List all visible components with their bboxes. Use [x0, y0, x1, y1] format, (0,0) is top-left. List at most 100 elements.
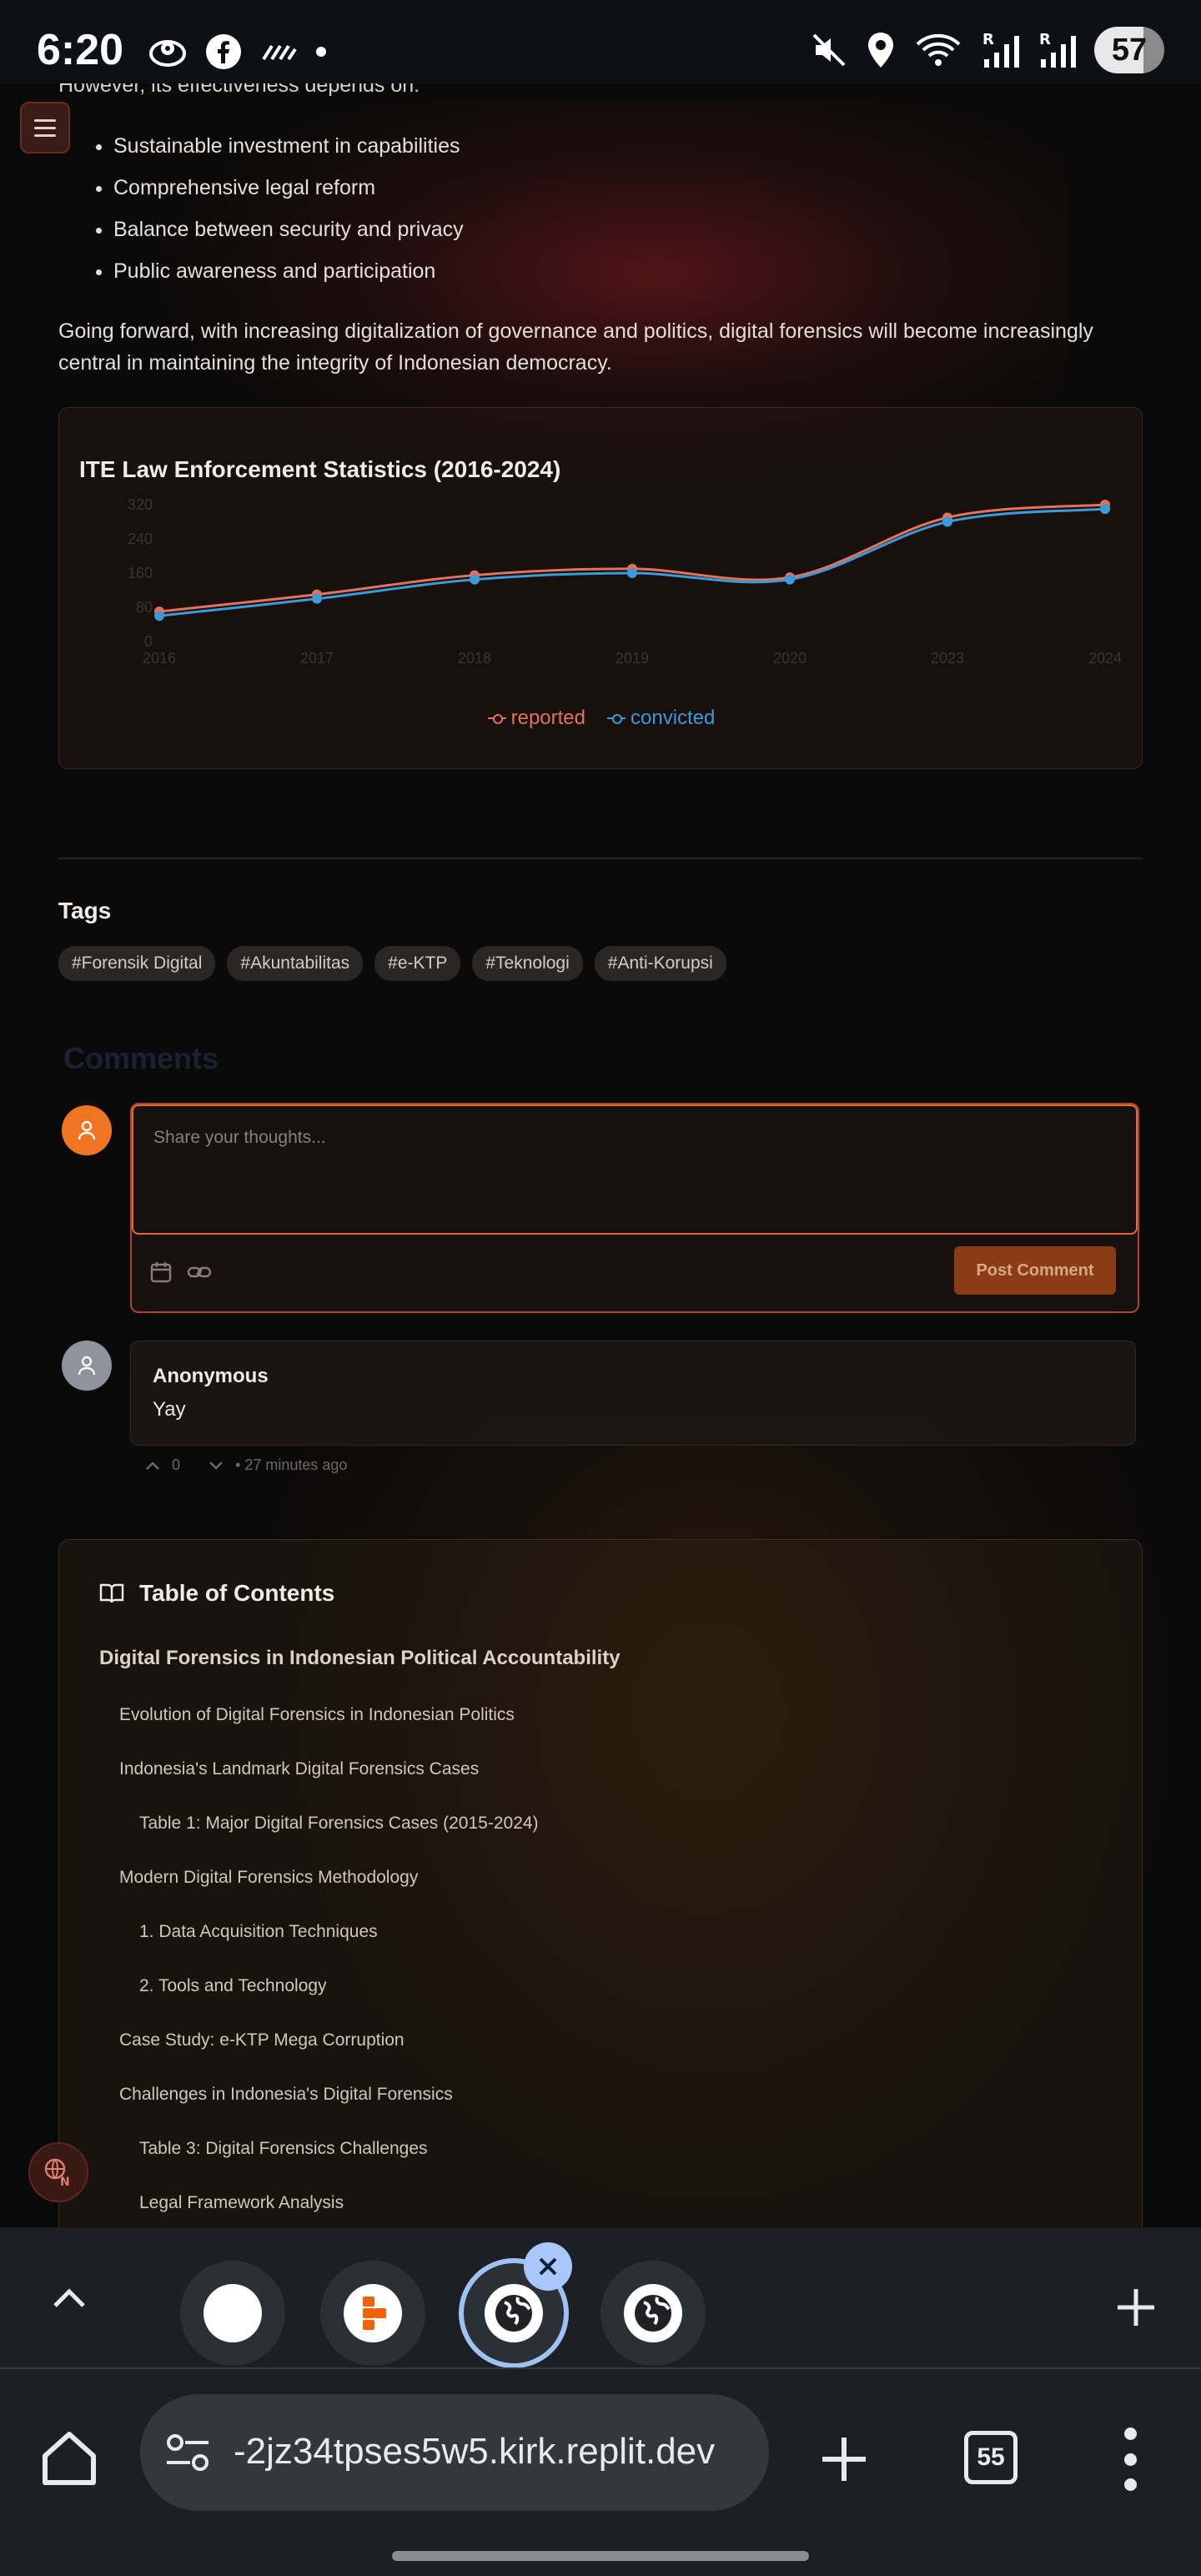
more-options-icon[interactable]	[1118, 2428, 1143, 2491]
post-comment-button[interactable]: Post Comment	[954, 1246, 1116, 1295]
translate-button[interactable]: N	[28, 2142, 88, 2202]
browser-tab[interactable]	[600, 2261, 706, 2366]
legend-label: reported	[510, 707, 585, 729]
comment-form: Post Comment	[130, 1103, 1139, 1313]
toc-link[interactable]: 1. Data Acquisition Techniques	[139, 1922, 378, 1942]
tag-chip[interactable]: #Teknologi	[472, 946, 583, 981]
comment-input[interactable]	[132, 1104, 1138, 1235]
tags-heading: Tags	[58, 898, 112, 923]
x-tick-label: 2018	[458, 650, 491, 667]
chart-title: ITE Law Enforcement Statistics (2016-202…	[79, 456, 561, 482]
signal-r-icon: R	[1039, 31, 1076, 68]
calendar-icon[interactable]	[148, 1260, 173, 1285]
browser-tab[interactable]	[180, 2261, 285, 2366]
user-icon	[78, 1356, 96, 1376]
toc-link[interactable]: Modern Digital Forensics Methodology	[119, 1868, 418, 1888]
list-item: Sustainable investment in capabilities	[113, 133, 464, 175]
upvote-icon[interactable]	[145, 1460, 160, 1472]
menu-button[interactable]	[20, 102, 70, 153]
data-point-convicted[interactable]	[312, 593, 322, 604]
chart-card: ITE Law Enforcement Statistics (2016-202…	[58, 407, 1143, 769]
browser-tab[interactable]	[320, 2261, 425, 2366]
legend-item-convicted[interactable]: convicted	[607, 707, 715, 730]
chevron-up-icon[interactable]	[48, 2277, 90, 2319]
toc-link[interactable]: Legal Framework Analysis	[139, 2193, 344, 2213]
svg-text:R: R	[1039, 31, 1051, 48]
new-tab-icon[interactable]	[817, 2433, 871, 2486]
facebook-icon	[206, 34, 241, 69]
comment-meta: 0 • 27 minutes ago	[145, 1457, 347, 1474]
globe-icon	[635, 2295, 671, 2332]
translate-icon: N	[44, 2158, 70, 2189]
hamburger-icon-bar	[34, 133, 56, 137]
data-point-convicted[interactable]	[470, 574, 480, 585]
avatar	[62, 1341, 112, 1391]
location-ring-icon	[149, 40, 186, 67]
data-point-convicted[interactable]	[942, 516, 952, 527]
legend-item-reported[interactable]: reported	[487, 707, 585, 730]
home-icon[interactable]	[38, 2428, 100, 2489]
x-tick-label: 2016	[143, 650, 176, 667]
comments-heading: Comments	[63, 1041, 219, 1075]
tag-chip[interactable]: #Akuntabilitas	[227, 946, 364, 981]
comment-body: Yay	[153, 1398, 186, 1421]
tag-chip[interactable]: #Anti-Korupsi	[594, 946, 726, 981]
status-bar: 6:20 R R 57	[0, 0, 1201, 83]
address-bar[interactable]: -2jz34tpses5w5.kirk.replit.dev	[140, 2394, 769, 2511]
url-text: -2jz34tpses5w5.kirk.replit.dev	[234, 2431, 716, 2472]
series-line-reported	[158, 503, 1106, 613]
comment-author: Anonymous	[153, 1365, 269, 1387]
browser-tab-strip	[0, 2227, 1201, 2368]
book-open-icon	[99, 1583, 124, 1603]
y-tick-label: 80	[136, 599, 153, 616]
site-settings-icon[interactable]	[165, 2433, 210, 2473]
svg-text:R: R	[982, 31, 994, 48]
link-icon[interactable]	[187, 1260, 212, 1285]
downvote-icon[interactable]	[209, 1460, 224, 1472]
toc-link[interactable]: 2. Tools and Technology	[139, 1976, 327, 1996]
data-point-convicted[interactable]	[1100, 504, 1110, 515]
x-tick-label: 2023	[931, 650, 964, 667]
data-point-convicted[interactable]	[627, 568, 637, 578]
toc-link[interactable]: Indonesia's Landmark Digital Forensics C…	[119, 1759, 479, 1779]
hamburger-icon-bar	[34, 126, 56, 129]
list-item: Public awareness and participation	[113, 259, 464, 300]
comment-card: Anonymous Yay	[130, 1341, 1136, 1446]
battery-indicator: 57	[1094, 27, 1164, 73]
toc-main-link[interactable]: Digital Forensics in Indonesian Politica…	[99, 1647, 621, 1670]
svg-text:N: N	[60, 2176, 70, 2189]
toc-link[interactable]: Case Study: e-KTP Mega Corruption	[119, 2030, 405, 2050]
toc-title: Table of Contents	[139, 1580, 335, 1606]
toc-link[interactable]: Table 1: Major Digital Forensics Cases (…	[139, 1814, 539, 1834]
bullet-list: Sustainable investment in capabilities C…	[113, 133, 464, 300]
data-point-convicted[interactable]	[154, 611, 164, 621]
list-item: Comprehensive legal reform	[113, 175, 464, 217]
toc-link[interactable]: Table 3: Digital Forensics Challenges	[139, 2139, 428, 2159]
globe-favicon	[485, 2284, 543, 2342]
dot-icon	[316, 47, 326, 57]
close-tab-button[interactable]	[524, 2242, 572, 2291]
tab-switcher-button[interactable]: 55	[964, 2431, 1018, 2484]
browser-toolbar: -2jz34tpses5w5.kirk.replit.dev 55	[0, 2367, 1201, 2576]
status-icons-right: R R 57	[811, 27, 1164, 73]
globe-favicon	[624, 2284, 682, 2342]
table-of-contents: Table of Contents Digital Forensics in I…	[58, 1539, 1143, 2240]
comment-time: • 27 minutes ago	[235, 1457, 348, 1473]
tag-chip[interactable]: #Forensik Digital	[58, 946, 216, 981]
status-time: 6:20	[37, 26, 124, 74]
add-tab-icon[interactable]	[1114, 2286, 1158, 2329]
x-tick-label: 2024	[1088, 650, 1122, 667]
signal-lines-icon	[262, 44, 297, 61]
x-tick-label: 2017	[300, 650, 334, 667]
toc-link[interactable]: Challenges in Indonesia's Digital Forens…	[119, 2085, 453, 2105]
close-icon	[539, 2257, 557, 2276]
legend-marker-icon	[607, 714, 626, 724]
toc-link[interactable]: Evolution of Digital Forensics in Indone…	[119, 1705, 515, 1725]
tag-chip[interactable]: #e-KTP	[374, 946, 461, 981]
x-tick-label: 2020	[773, 650, 807, 667]
line-chart: 0 80 160 240 320 2016 2017 2018 2019 2020 2023 2024	[128, 496, 1122, 667]
mute-icon	[812, 33, 846, 67]
data-point-convicted[interactable]	[785, 574, 795, 585]
article-paragraph: Going forward, with increasing digitaliz…	[58, 319, 1093, 375]
list-item: Balance between security and privacy	[113, 217, 464, 259]
